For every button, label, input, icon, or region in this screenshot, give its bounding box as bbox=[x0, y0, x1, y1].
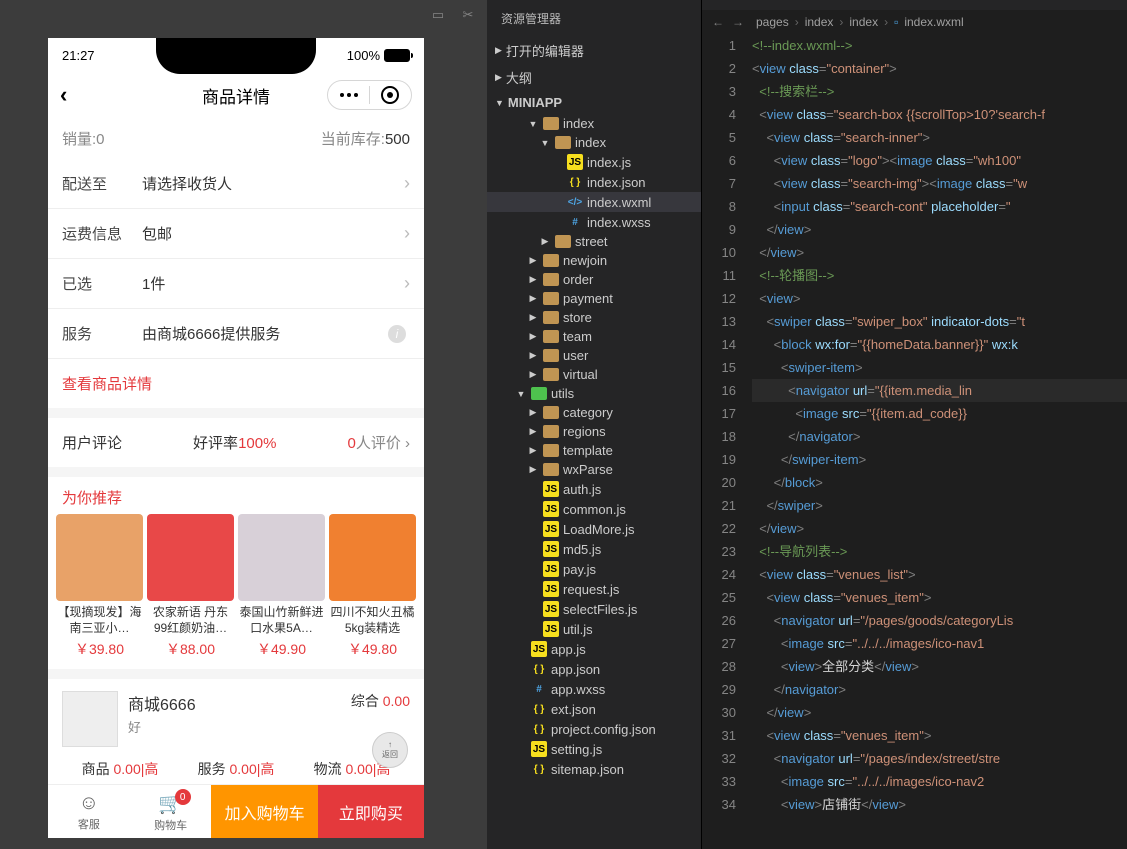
explorer-title: 资源管理器 bbox=[487, 0, 701, 37]
tree-item[interactable]: ▶user bbox=[487, 346, 701, 365]
file-tree: ▼index ▼index JSindex.js { }index.json <… bbox=[487, 114, 701, 779]
spec-row[interactable]: 已选1件› bbox=[48, 259, 424, 309]
screenshot-icon[interactable]: ✂ bbox=[457, 4, 479, 26]
simulator-toolbar: ▭ ✂ bbox=[0, 0, 487, 30]
tree-item[interactable]: JSapp.js bbox=[487, 639, 701, 659]
tree-item[interactable]: { }app.json bbox=[487, 659, 701, 679]
battery-pct: 100% bbox=[347, 48, 380, 63]
spec-row[interactable]: 配送至请选择收货人› bbox=[48, 159, 424, 209]
page-content[interactable]: 销量:0 当前库存:500 配送至请选择收货人›运费信息包邮›已选1件›服务由商… bbox=[48, 118, 424, 784]
cart-button[interactable]: 0🛒购物车 bbox=[130, 785, 212, 838]
tree-item[interactable]: { }project.config.json bbox=[487, 719, 701, 739]
tree-item[interactable]: ▶category bbox=[487, 403, 701, 422]
line-gutter: 1234567891011121314151617181920212223242… bbox=[702, 34, 752, 849]
nav-bar: ‹ 商品详情 bbox=[48, 72, 424, 118]
tree-item[interactable]: ▶newjoin bbox=[487, 251, 701, 270]
explorer-section-open-editors[interactable]: ▶打开的编辑器 bbox=[487, 37, 701, 64]
shop-card: 商城6666 好 综合 0.00 商品 0.00|高 0 销量 服务 0.00|… bbox=[48, 679, 424, 784]
tree-item[interactable]: JSmd5.js bbox=[487, 539, 701, 559]
shop-stat: 商品 0.00|高 0 销量 bbox=[62, 759, 178, 784]
recommend-item[interactable]: 泰国山竹新鲜进口水果5A… ￥49.90 bbox=[238, 514, 325, 659]
tree-item[interactable]: JSindex.js bbox=[487, 152, 701, 172]
tree-item[interactable]: { }ext.json bbox=[487, 699, 701, 719]
capsule-menu[interactable] bbox=[328, 81, 369, 109]
code-editor[interactable]: 1234567891011121314151617181920212223242… bbox=[702, 34, 1127, 849]
tree-item[interactable]: JSrequest.js bbox=[487, 579, 701, 599]
page-title: 商品详情 bbox=[202, 83, 270, 108]
tree-item[interactable]: ▶order bbox=[487, 270, 701, 289]
tree-item[interactable]: JScommon.js bbox=[487, 499, 701, 519]
tree-item[interactable]: JSutil.js bbox=[487, 619, 701, 639]
tree-item[interactable]: ▶template bbox=[487, 441, 701, 460]
tree-item[interactable]: JSpay.js bbox=[487, 559, 701, 579]
responsive-icon[interactable]: ▭ bbox=[427, 4, 449, 26]
sales-stock-row: 销量:0 当前库存:500 bbox=[48, 118, 424, 159]
tree-item[interactable]: </>index.wxml bbox=[487, 192, 701, 212]
explorer-panel: 资源管理器 ▶打开的编辑器 ▶大纲 ▼MINIAPP ▼index ▼index… bbox=[487, 0, 702, 849]
tree-item[interactable]: ▶team bbox=[487, 327, 701, 346]
recommend-title: 为你推荐 bbox=[48, 477, 424, 514]
tree-item[interactable]: ▶wxParse bbox=[487, 460, 701, 479]
recommend-grid: 【现摘现发】海南三亚小… ￥39.80 农家新语 丹东99红颜奶油… ￥88.0… bbox=[48, 514, 424, 669]
battery-icon bbox=[384, 49, 410, 62]
phone-frame: 21:27 100% ‹ 商品详情 销量:0 当前库存:500 bbox=[48, 38, 424, 838]
tree-item[interactable]: #app.wxss bbox=[487, 679, 701, 699]
shop-stat: 服务 0.00|高 0 收藏 bbox=[178, 759, 294, 784]
tree-item[interactable]: ▶regions bbox=[487, 422, 701, 441]
recommend-item[interactable]: 四川不知火丑橘5kg装精选 ￥49.80 bbox=[329, 514, 416, 659]
tree-item[interactable]: JSsetting.js bbox=[487, 739, 701, 759]
tree-item[interactable]: { }index.json bbox=[487, 172, 701, 192]
comment-summary[interactable]: 用户评论 好评率100% 0人评价 › bbox=[48, 418, 424, 467]
nav-back-icon[interactable]: ← bbox=[712, 15, 724, 29]
shop-rating: 综合 0.00 bbox=[351, 691, 410, 711]
breadcrumb[interactable]: ←→ pages› index› index› ▫index.wxml bbox=[702, 10, 1127, 34]
capsule-close[interactable] bbox=[370, 81, 411, 109]
add-to-cart-button[interactable]: 加入购物车 bbox=[211, 785, 317, 838]
tree-item[interactable]: JSauth.js bbox=[487, 479, 701, 499]
tree-item[interactable]: ▼index bbox=[487, 133, 701, 152]
scroll-top-button[interactable]: ↑返回 bbox=[372, 732, 408, 768]
explorer-section-project[interactable]: ▼MINIAPP bbox=[487, 91, 701, 114]
tree-item[interactable]: JSLoadMore.js bbox=[487, 519, 701, 539]
nav-fwd-icon[interactable]: → bbox=[732, 15, 744, 29]
tree-item[interactable]: ▶street bbox=[487, 232, 701, 251]
explorer-section-outline[interactable]: ▶大纲 bbox=[487, 64, 701, 91]
spec-row[interactable]: 服务由商城6666提供服务i bbox=[48, 309, 424, 359]
recommend-item[interactable]: 【现摘现发】海南三亚小… ￥39.80 bbox=[56, 514, 143, 659]
capsule bbox=[327, 80, 412, 110]
tree-item[interactable]: ▼utils bbox=[487, 384, 701, 403]
tree-item[interactable]: ▶payment bbox=[487, 289, 701, 308]
buy-now-button[interactable]: 立即购买 bbox=[318, 785, 424, 838]
tree-item[interactable]: { }sitemap.json bbox=[487, 759, 701, 779]
tree-item[interactable]: #index.wxss bbox=[487, 212, 701, 232]
spec-row[interactable]: 运费信息包邮› bbox=[48, 209, 424, 259]
tree-item[interactable]: ▶store bbox=[487, 308, 701, 327]
notch bbox=[156, 38, 316, 74]
shop-logo[interactable] bbox=[62, 691, 118, 747]
back-icon[interactable]: ‹ bbox=[60, 82, 67, 108]
tree-item[interactable]: JSselectFiles.js bbox=[487, 599, 701, 619]
code-area[interactable]: <!--index.wxml--><view class="container"… bbox=[752, 34, 1127, 849]
recommend-item[interactable]: 农家新语 丹东99红颜奶油… ￥88.00 bbox=[147, 514, 234, 659]
tree-item[interactable]: ▶virtual bbox=[487, 365, 701, 384]
tree-item[interactable]: ▼index bbox=[487, 114, 701, 133]
status-time: 21:27 bbox=[62, 48, 95, 63]
view-detail-link[interactable]: 查看商品详情 bbox=[48, 359, 424, 408]
simulator-panel: ▭ ✂ 21:27 100% ‹ 商品详情 bbox=[0, 0, 487, 849]
editor-panel: ←→ pages› index› index› ▫index.wxml 1234… bbox=[702, 0, 1127, 849]
editor-tabs[interactable] bbox=[702, 0, 1127, 10]
cart-badge: 0 bbox=[175, 789, 191, 805]
customer-service-button[interactable]: ☺客服 bbox=[48, 785, 130, 838]
bottom-action-bar: ☺客服 0🛒购物车 加入购物车 立即购买 bbox=[48, 784, 424, 838]
shop-name: 商城6666 bbox=[128, 691, 341, 715]
